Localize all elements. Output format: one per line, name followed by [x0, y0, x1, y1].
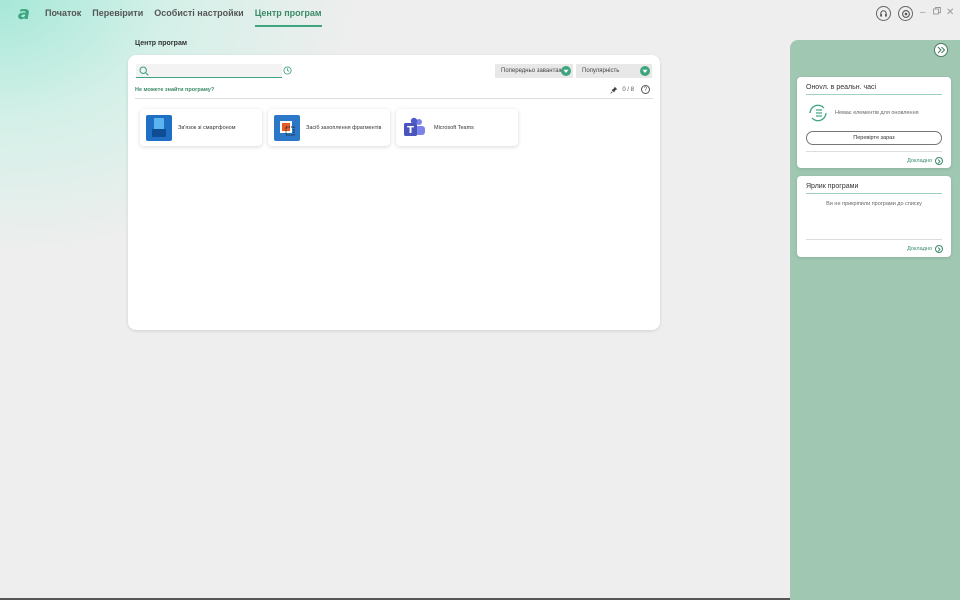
preinstalled-filter-dropdown[interactable]: Попередньо завантаж	[495, 64, 573, 78]
app-tile-microsoft-teams[interactable]: T Microsoft Teams	[396, 109, 518, 146]
snipping-tool-icon	[274, 114, 300, 141]
preinstalled-filter-label: Попередньо завантаж	[501, 68, 563, 74]
cant-find-app-link[interactable]: Не можете знайти програму?	[135, 87, 214, 93]
shortcuts-empty-text: Ви не прикріпили програми до списку	[826, 201, 922, 207]
divider	[806, 94, 942, 95]
main-nav: Початок Перевірити Особисті настройки Це…	[45, 9, 333, 27]
search-icon	[139, 66, 149, 76]
chevron-right-icon	[935, 245, 943, 253]
app-label: Зв'язок зі смартфоном	[178, 124, 236, 131]
minimize-icon[interactable]: –	[920, 7, 926, 19]
app-shortcuts-card: Ярлик програми Ви не прикріпили програми…	[797, 176, 951, 257]
app-center-card: Попередньо завантаж Популярність Не може…	[128, 55, 660, 330]
restore-icon[interactable]	[933, 7, 941, 19]
sort-dropdown[interactable]: Популярність	[576, 64, 652, 78]
shortcuts-title: Ярлик програми	[806, 183, 859, 190]
collapse-panel-icon[interactable]	[934, 43, 948, 57]
chevron-down-icon	[561, 66, 571, 76]
search-box	[136, 64, 282, 78]
more-link-label: Докладно	[907, 158, 932, 164]
nav-item-home[interactable]: Початок	[45, 9, 81, 27]
app-tile-snipping-tool[interactable]: Засіб захоплення фрагментів	[268, 109, 390, 146]
svg-text:T: T	[407, 125, 414, 136]
updates-title: Онovл. в реальн. часі	[806, 84, 877, 91]
divider	[806, 239, 942, 240]
sort-label: Популярність	[582, 68, 620, 74]
pin-count: 0 / 8 ?	[610, 85, 650, 94]
realtime-updates-card: Онovл. в реальн. часі Немає елементів дл…	[797, 77, 951, 168]
help-icon[interactable]: ?	[641, 85, 650, 94]
pin-count-value: 0 / 8	[622, 86, 634, 93]
divider	[135, 98, 653, 99]
app-logo-icon: a	[17, 3, 31, 24]
teams-icon: T	[402, 115, 428, 141]
nav-item-personal-settings[interactable]: Особисті настройки	[154, 9, 243, 27]
close-icon[interactable]: ✕	[946, 7, 954, 19]
app-label: Microsoft Teams	[434, 124, 474, 131]
right-panel: Онovл. в реальн. часі Немає елементів дл…	[790, 40, 960, 600]
updates-more-link[interactable]: Докладно	[907, 157, 943, 165]
page-title: Центр програм	[135, 40, 188, 47]
divider	[806, 193, 942, 194]
check-now-button[interactable]: Перевірте зараз	[806, 131, 942, 145]
nav-item-app-center[interactable]: Центр програм	[254, 9, 322, 27]
app-list: Зв'язок зі смартфоном Засіб захоплення ф…	[140, 109, 518, 146]
shortcuts-more-link[interactable]: Докладно	[907, 245, 943, 253]
support-headset-icon[interactable]	[876, 6, 891, 21]
app-tile-phone-link[interactable]: Зв'язок зі смартфоном	[140, 109, 262, 146]
update-list-icon	[809, 104, 827, 122]
chevron-right-icon	[935, 157, 943, 165]
more-link-label: Докладно	[907, 246, 932, 252]
chevron-down-icon	[640, 66, 650, 76]
search-input[interactable]	[150, 65, 278, 77]
top-bar: a Початок Перевірити Особисті настройки …	[0, 0, 960, 28]
settings-gear-icon[interactable]	[898, 6, 913, 21]
phone-link-icon	[146, 114, 172, 141]
updates-empty-text: Немає елементів для оновлення	[835, 110, 919, 116]
divider	[806, 151, 942, 152]
nav-item-check[interactable]: Перевірити	[92, 9, 143, 27]
pin-icon	[610, 86, 618, 94]
app-label: Засіб захоплення фрагментів	[306, 124, 382, 131]
history-icon[interactable]	[283, 66, 292, 75]
